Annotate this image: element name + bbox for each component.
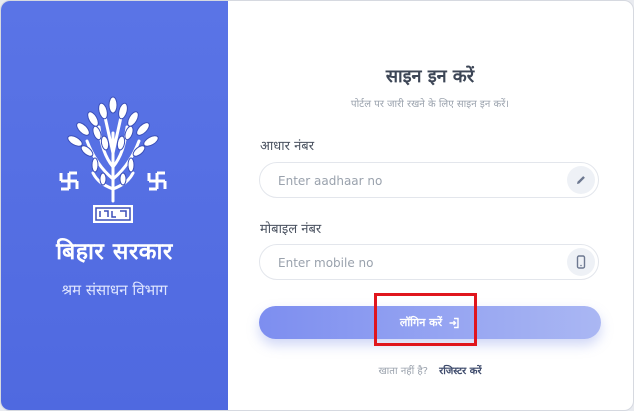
mobile-input[interactable] [276, 245, 560, 281]
form-subtitle: पोर्टल पर जारी रखने के लिए साइन इन करें। [350, 99, 510, 110]
bihar-emblem-icon [59, 96, 167, 223]
mobile-label: मोबाइल नंबर [260, 222, 322, 237]
register-prompt-text: खाता नहीं है? [378, 366, 428, 377]
login-highlight-box [374, 293, 477, 346]
pencil-icon[interactable] [567, 166, 595, 194]
aadhaar-label: आधार नंबर [260, 139, 315, 154]
government-title: बिहार सरकार [56, 239, 173, 265]
aadhaar-field [259, 162, 599, 199]
form-title: साइन इन करें [385, 66, 475, 87]
aadhaar-input[interactable] [276, 163, 560, 199]
mobile-field [259, 244, 599, 281]
department-name: श्रम संसाधन विभाग [61, 281, 168, 299]
branding-panel: बिहार सरकार श्रम संसाधन विभाग [1, 1, 228, 410]
login-card: बिहार सरकार श्रम संसाधन विभाग साइन इन कर… [0, 0, 634, 411]
register-link[interactable]: रजिस्टर करें [439, 366, 481, 377]
mobile-icon[interactable] [567, 248, 595, 276]
register-prompt: खाता नहीं है? रजिस्टर करें [259, 363, 601, 377]
